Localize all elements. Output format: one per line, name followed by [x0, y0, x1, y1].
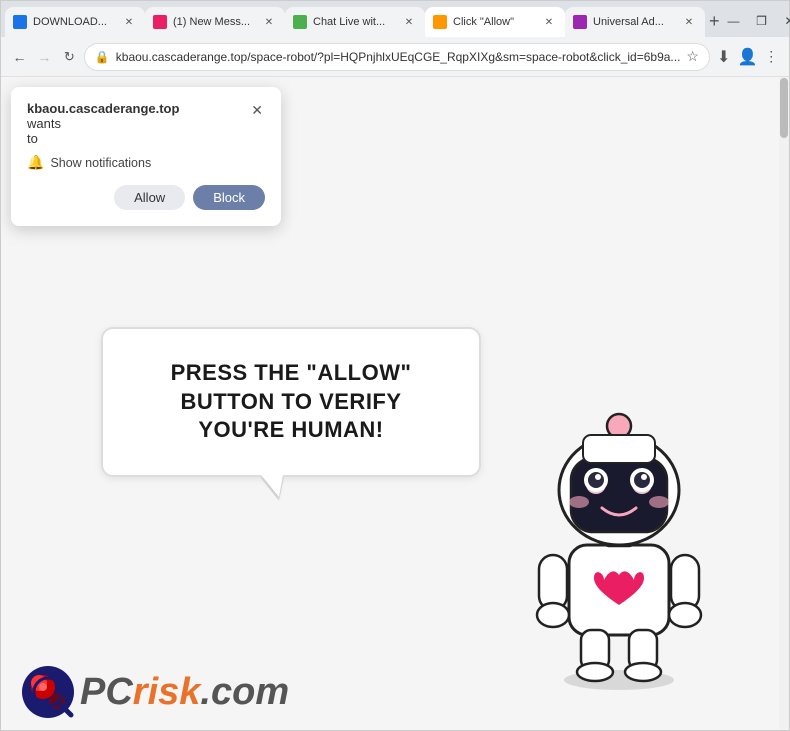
robot-illustration [509, 390, 729, 690]
popup-site-info: kbaou.cascaderange.top wants to [27, 101, 179, 146]
scrollbar-thumb[interactable] [780, 78, 788, 138]
reload-button[interactable]: ↻ [59, 42, 80, 72]
bubble-text-line2: YOU'RE HUMAN! [198, 417, 383, 442]
tab-label-download: DOWNLOAD... [33, 16, 115, 28]
tab-favicon-allow [433, 15, 447, 29]
popup-to-text: to [27, 131, 179, 146]
pcrisk-dotcom-text: .com [200, 671, 289, 713]
download-icon: ⬇ [717, 47, 730, 67]
forward-icon: → [37, 49, 51, 65]
tab-favicon-universal [573, 15, 587, 29]
tab-close-chat[interactable]: ✕ [401, 14, 417, 30]
menu-icon: ⋮ [764, 48, 778, 65]
tab-favicon-messages [153, 15, 167, 29]
secure-icon: 🔒 [95, 50, 110, 64]
reload-icon: ↻ [64, 49, 75, 65]
browser-window: DOWNLOAD... ✕ (1) New Mess... ✕ Chat Liv… [0, 0, 790, 731]
new-tab-button[interactable]: + [709, 7, 720, 35]
tab-universal[interactable]: Universal Ad... ✕ [565, 7, 705, 37]
popup-notification-row: 🔔 Show notifications [27, 154, 265, 171]
allow-button[interactable]: Allow [114, 185, 185, 210]
close-button[interactable]: ✕ [776, 9, 790, 33]
bubble-text: PRESS THE "ALLOW" BUTTON TO VERIFY YOU'R… [133, 359, 449, 445]
bookmark-icon[interactable]: ☆ [686, 48, 699, 65]
tab-close-universal[interactable]: ✕ [681, 14, 697, 30]
window-controls: — ❒ ✕ [720, 9, 790, 37]
popup-wants-text: wants [27, 116, 179, 131]
pcrisk-pc-text: PC [80, 671, 133, 713]
page-content: kbaou.cascaderange.top wants to ✕ 🔔 Show… [1, 77, 789, 730]
profile-button[interactable]: 👤 [738, 43, 758, 71]
forward-button[interactable]: → [34, 42, 55, 72]
nav-bar: ← → ↻ 🔒 kbaou.cascaderange.top/space-rob… [1, 37, 789, 77]
pcrisk-text-container: PCrisk.com [80, 671, 289, 714]
popup-buttons: Allow Block [27, 185, 265, 210]
back-icon: ← [12, 49, 26, 65]
tab-messages[interactable]: (1) New Mess... ✕ [145, 7, 285, 37]
tab-label-allow: Click "Allow" [453, 16, 535, 28]
tab-download[interactable]: DOWNLOAD... ✕ [5, 7, 145, 37]
robot-svg [509, 390, 729, 690]
pcrisk-risk-text: risk [133, 671, 201, 713]
back-button[interactable]: ← [9, 42, 30, 72]
notification-popup: kbaou.cascaderange.top wants to ✕ 🔔 Show… [11, 87, 281, 226]
pcrisk-logo: PCrisk.com [21, 665, 289, 720]
bell-icon: 🔔 [27, 154, 44, 171]
tab-close-messages[interactable]: ✕ [261, 14, 277, 30]
tab-close-download[interactable]: ✕ [121, 14, 137, 30]
address-text: kbaou.cascaderange.top/space-robot/?pl=H… [116, 50, 681, 64]
show-notifications-label: Show notifications [50, 156, 151, 170]
profile-icon: 👤 [738, 47, 758, 67]
maximize-button[interactable]: ❒ [748, 9, 776, 33]
tab-chat[interactable]: Chat Live wit... ✕ [285, 7, 425, 37]
tab-close-allow[interactable]: ✕ [541, 14, 557, 30]
scrollbar[interactable] [779, 77, 789, 730]
address-bar[interactable]: 🔒 kbaou.cascaderange.top/space-robot/?pl… [84, 43, 710, 71]
minimize-button[interactable]: — [720, 9, 748, 33]
tab-label-messages: (1) New Mess... [173, 16, 255, 28]
tab-bar: DOWNLOAD... ✕ (1) New Mess... ✕ Chat Liv… [1, 1, 789, 37]
download-button[interactable]: ⬇ [714, 43, 734, 71]
tab-label-universal: Universal Ad... [593, 16, 675, 28]
tab-label-chat: Chat Live wit... [313, 16, 395, 28]
bubble-text-line1: PRESS THE "ALLOW" BUTTON TO VERIFY [171, 360, 412, 414]
tab-allow[interactable]: Click "Allow" ✕ [425, 7, 565, 37]
menu-button[interactable]: ⋮ [761, 43, 781, 71]
tab-favicon-chat [293, 15, 307, 29]
popup-close-button[interactable]: ✕ [249, 101, 265, 119]
pcrisk-logo-icon [21, 665, 76, 720]
popup-header: kbaou.cascaderange.top wants to ✕ [27, 101, 265, 146]
speech-bubble: PRESS THE "ALLOW" BUTTON TO VERIFY YOU'R… [101, 327, 481, 477]
block-button[interactable]: Block [193, 185, 265, 210]
tab-favicon-download [13, 15, 27, 29]
popup-site-name: kbaou.cascaderange.top [27, 101, 179, 116]
